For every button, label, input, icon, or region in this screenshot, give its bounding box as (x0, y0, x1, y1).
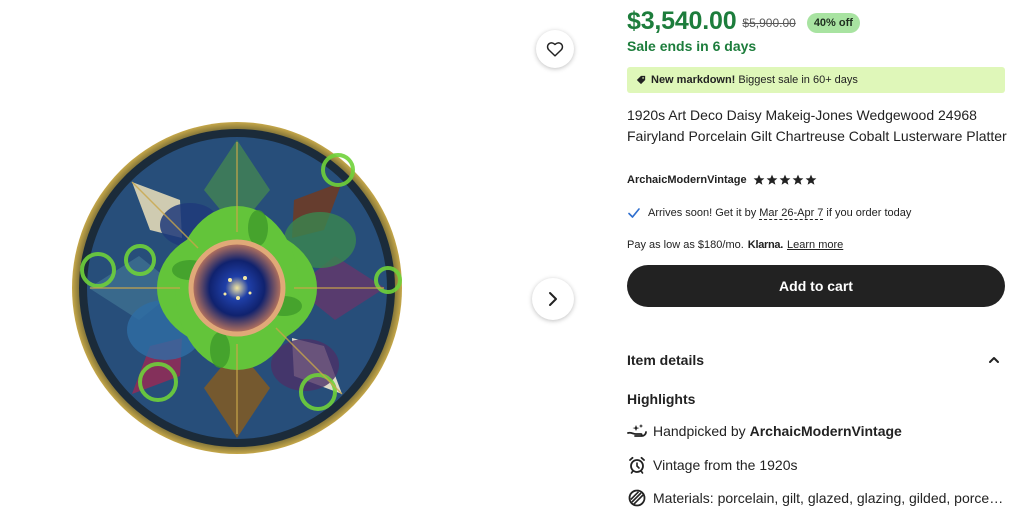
product-image[interactable] (70, 120, 404, 456)
alarm-clock-icon (627, 456, 647, 474)
highlight-vintage: Vintage from the 1920s (627, 456, 798, 474)
price-tag-icon (636, 75, 646, 85)
learn-more-link[interactable]: Learn more (787, 239, 843, 251)
highlight-handpicked-text: Handpicked by (653, 423, 746, 439)
original-price: $5,900.00 (742, 16, 796, 30)
materials-icon (627, 489, 647, 507)
star-icon (792, 174, 804, 185)
chevron-up-icon (989, 357, 999, 363)
highlight-vintage-text: Vintage from the 1920s (653, 457, 798, 473)
sale-price: $3,540.00 (627, 7, 737, 35)
hand-pick-icon (627, 422, 647, 440)
star-icon (766, 174, 778, 185)
checkmark-icon (628, 208, 640, 218)
delivery-suffix: if you order today (826, 207, 912, 219)
klarna-logo: Klarna. (747, 239, 784, 251)
markdown-strong: New markdown! (651, 74, 736, 86)
listing-title: 1920s Art Deco Daisy Makeig-Jones Wedgew… (627, 107, 1007, 144)
item-details-toggle[interactable]: Item details (627, 350, 1005, 370)
star-icon (805, 174, 817, 185)
delivery-estimate: Arrives soon! Get it by Mar 26-Apr 7 if … (627, 206, 911, 220)
markdown-text: Biggest sale in 60+ days (738, 74, 858, 86)
highlight-shop-link[interactable]: ArchaicModernVintage (750, 423, 902, 439)
markdown-banner: New markdown! Biggest sale in 60+ days (627, 67, 1005, 93)
shop-name-link[interactable]: ArchaicModernVintage (627, 174, 747, 186)
plate-illustration (72, 122, 402, 454)
image-gallery (0, 0, 600, 515)
highlight-materials-text: Materials: porcelain, gilt, glazed, glaz… (653, 490, 1005, 506)
star-icon (779, 174, 791, 185)
highlight-materials: Materials: porcelain, gilt, glazed, glaz… (627, 489, 1005, 507)
sale-ends-text: Sale ends in 6 days (627, 38, 757, 54)
financing-text: Pay as low as $180/mo. (627, 239, 744, 251)
add-to-cart-button[interactable]: Add to cart (627, 265, 1005, 307)
favorite-button[interactable] (536, 30, 574, 68)
price-row: $3,540.00 $5,900.00 40% off (627, 7, 860, 36)
star-icon (753, 174, 765, 185)
highlight-handpicked: Handpicked by ArchaicModernVintage (627, 422, 902, 440)
financing-row: Pay as low as $180/mo. Klarna. Learn mor… (627, 239, 843, 251)
heart-outline-icon (546, 42, 564, 57)
discount-badge: 40% off (806, 12, 860, 33)
shop-row: ArchaicModernVintage (627, 174, 818, 186)
next-image-button[interactable] (532, 278, 574, 320)
chevron-right-icon (549, 292, 557, 306)
delivery-dates[interactable]: Mar 26-Apr 7 (759, 207, 824, 220)
delivery-prefix: Arrives soon! Get it by (648, 207, 757, 219)
item-details-label: Item details (627, 352, 705, 368)
highlights-heading: Highlights (627, 391, 696, 407)
rating-stars (753, 174, 818, 186)
